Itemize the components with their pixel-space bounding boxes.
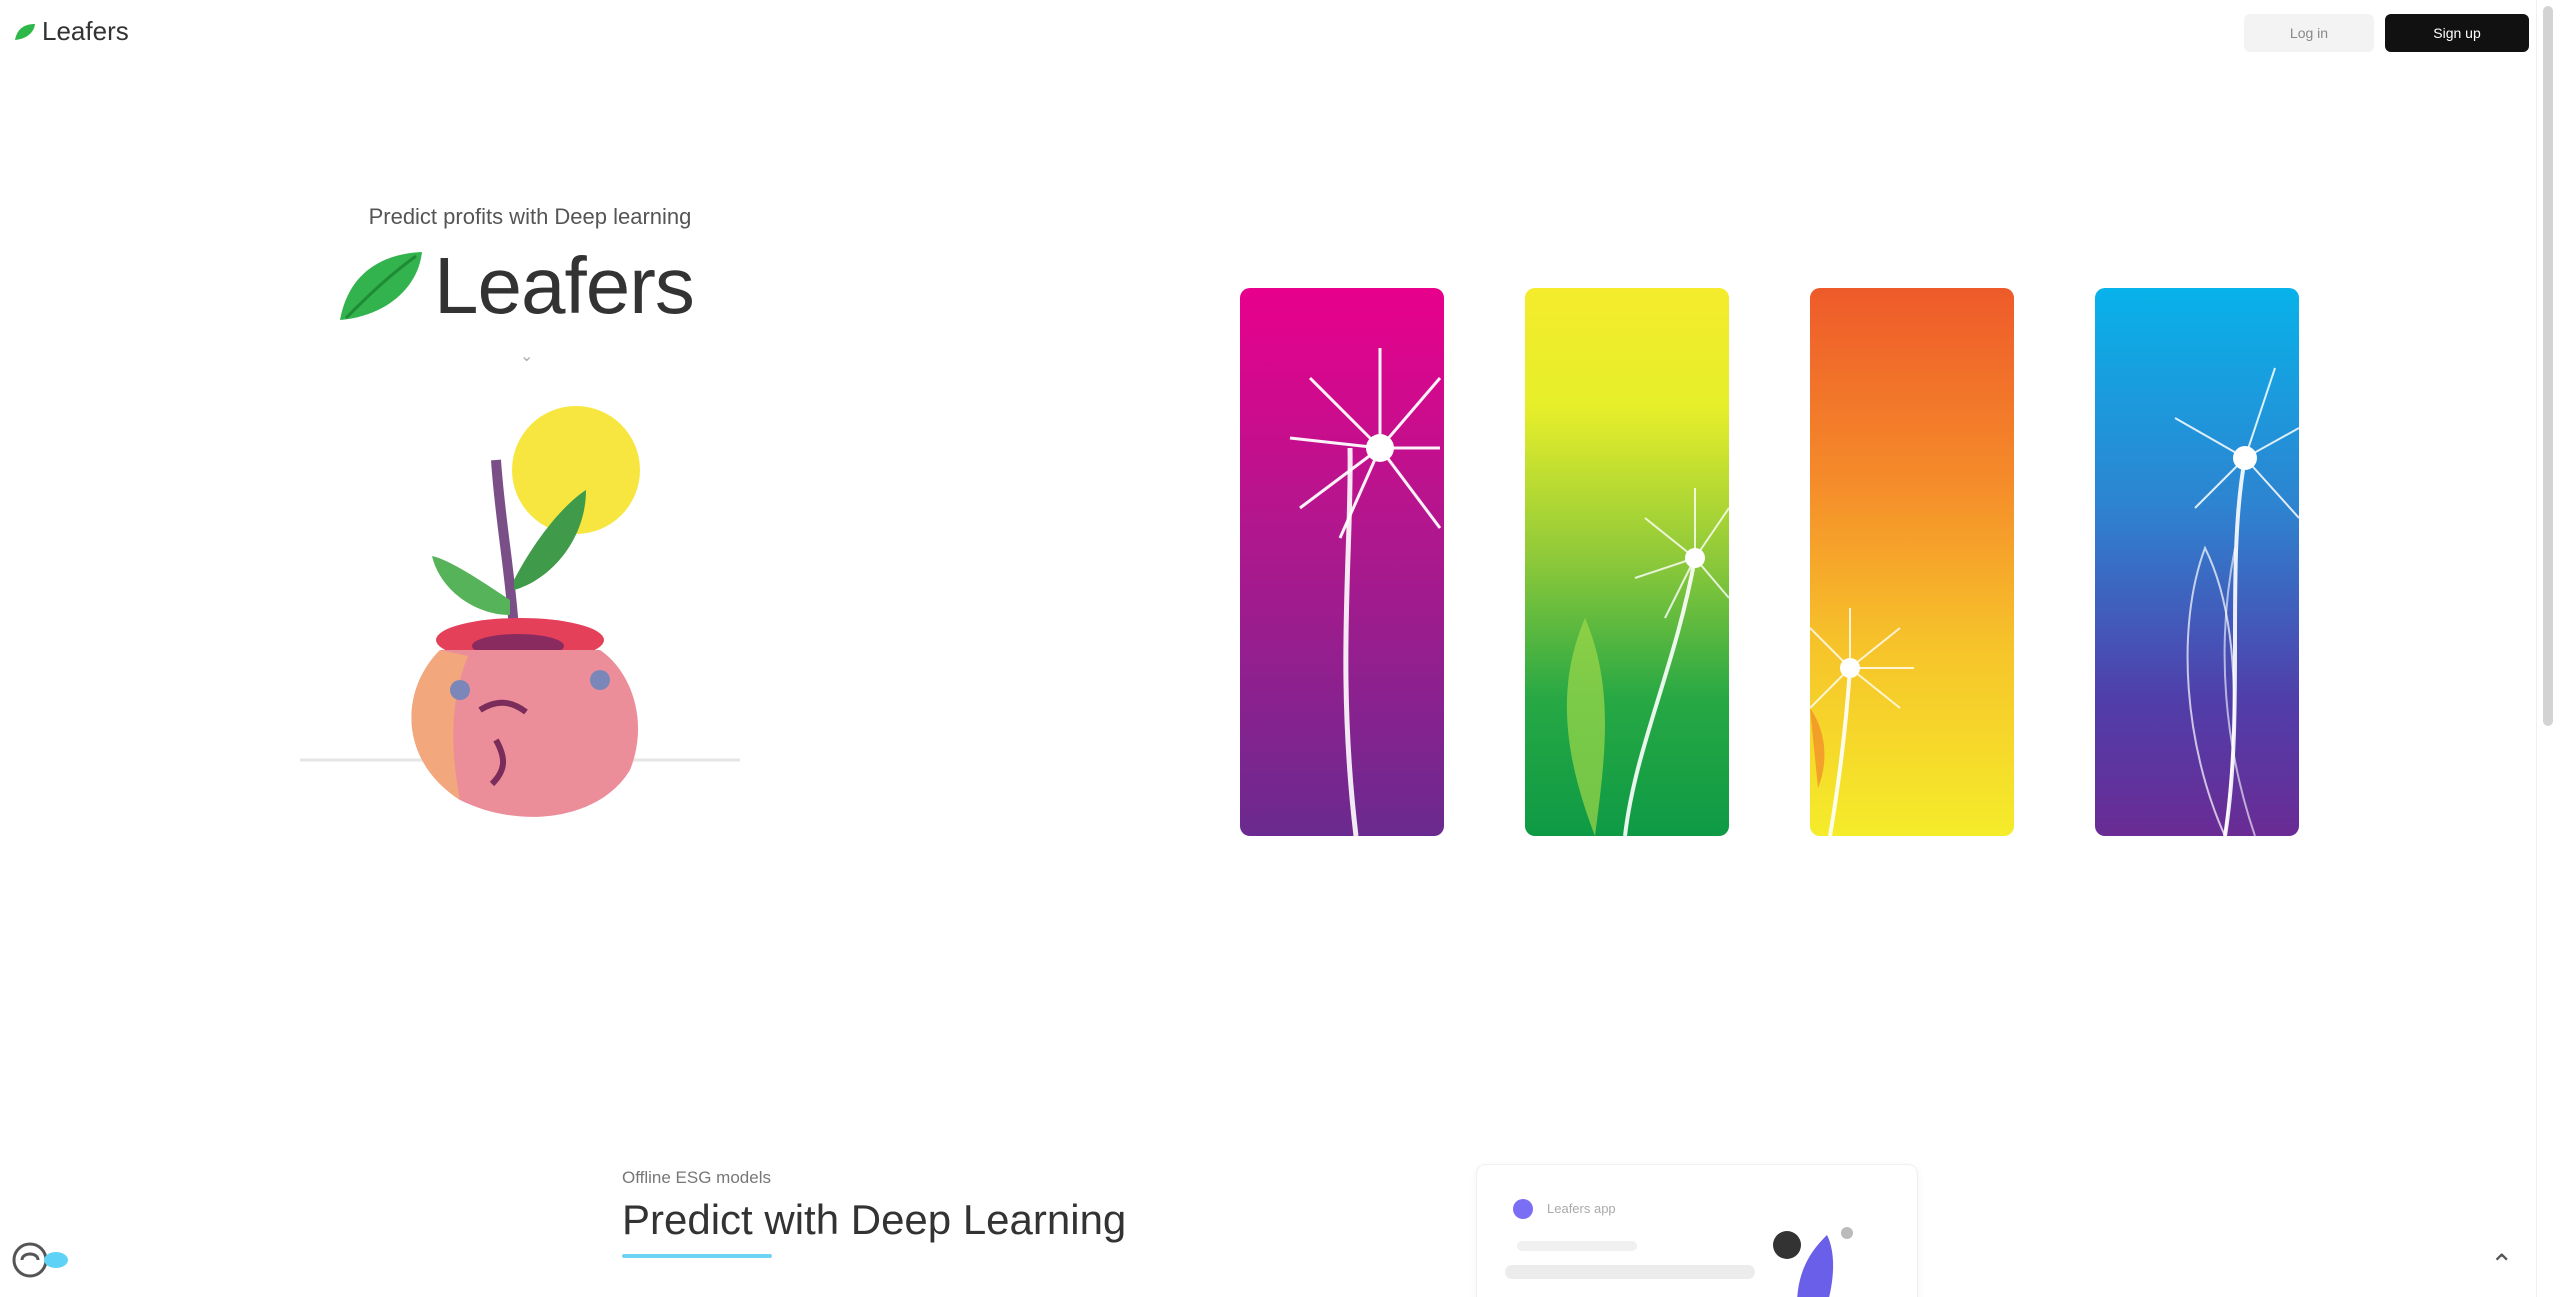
- scrollbar-thumb[interactable]: [2543, 6, 2553, 726]
- section-eyebrow: Offline ESG models: [622, 1168, 771, 1187]
- heading-underline: [622, 1254, 772, 1258]
- hero-tagline: Predict profits with Deep learning: [368, 204, 692, 229]
- app-preview-card[interactable]: Leafers app: [1476, 1164, 1918, 1297]
- chevron-up-icon[interactable]: ⌃: [2490, 1248, 2513, 1281]
- preview-input: [1505, 1265, 1755, 1279]
- flower-card-magenta[interactable]: [1240, 288, 1444, 836]
- chat-help-icon: [12, 1242, 68, 1278]
- app-avatar-icon: [1513, 1199, 1533, 1219]
- brand-name: Leafers: [42, 16, 129, 46]
- preview-caption: Leafers app: [1547, 1201, 1616, 1216]
- flower-card-blue[interactable]: [2095, 288, 2299, 836]
- leaf-icon: [15, 23, 35, 40]
- section-heading: Predict with Deep Learning: [622, 1196, 1127, 1243]
- page: Leafers Log in Sign up Predict profits w…: [0, 0, 2560, 1297]
- chevron-down-icon[interactable]: ⌄: [520, 346, 533, 366]
- hero-logo: Leafers: [336, 240, 695, 332]
- preview-placeholder: [1517, 1241, 1637, 1251]
- pot-plant-illustration: [300, 400, 740, 845]
- login-button[interactable]: Log in: [2244, 14, 2374, 52]
- leaf-icon: [340, 252, 422, 320]
- hero-logo-word: Leafers: [434, 241, 695, 330]
- flower-card-orange[interactable]: [1810, 288, 2014, 836]
- person-illustration: [1773, 1227, 1853, 1297]
- brand-logo[interactable]: Leafers: [14, 16, 129, 47]
- help-widget[interactable]: [10, 1240, 70, 1280]
- signup-button[interactable]: Sign up: [2385, 14, 2529, 52]
- flower-card-green[interactable]: [1525, 288, 1729, 836]
